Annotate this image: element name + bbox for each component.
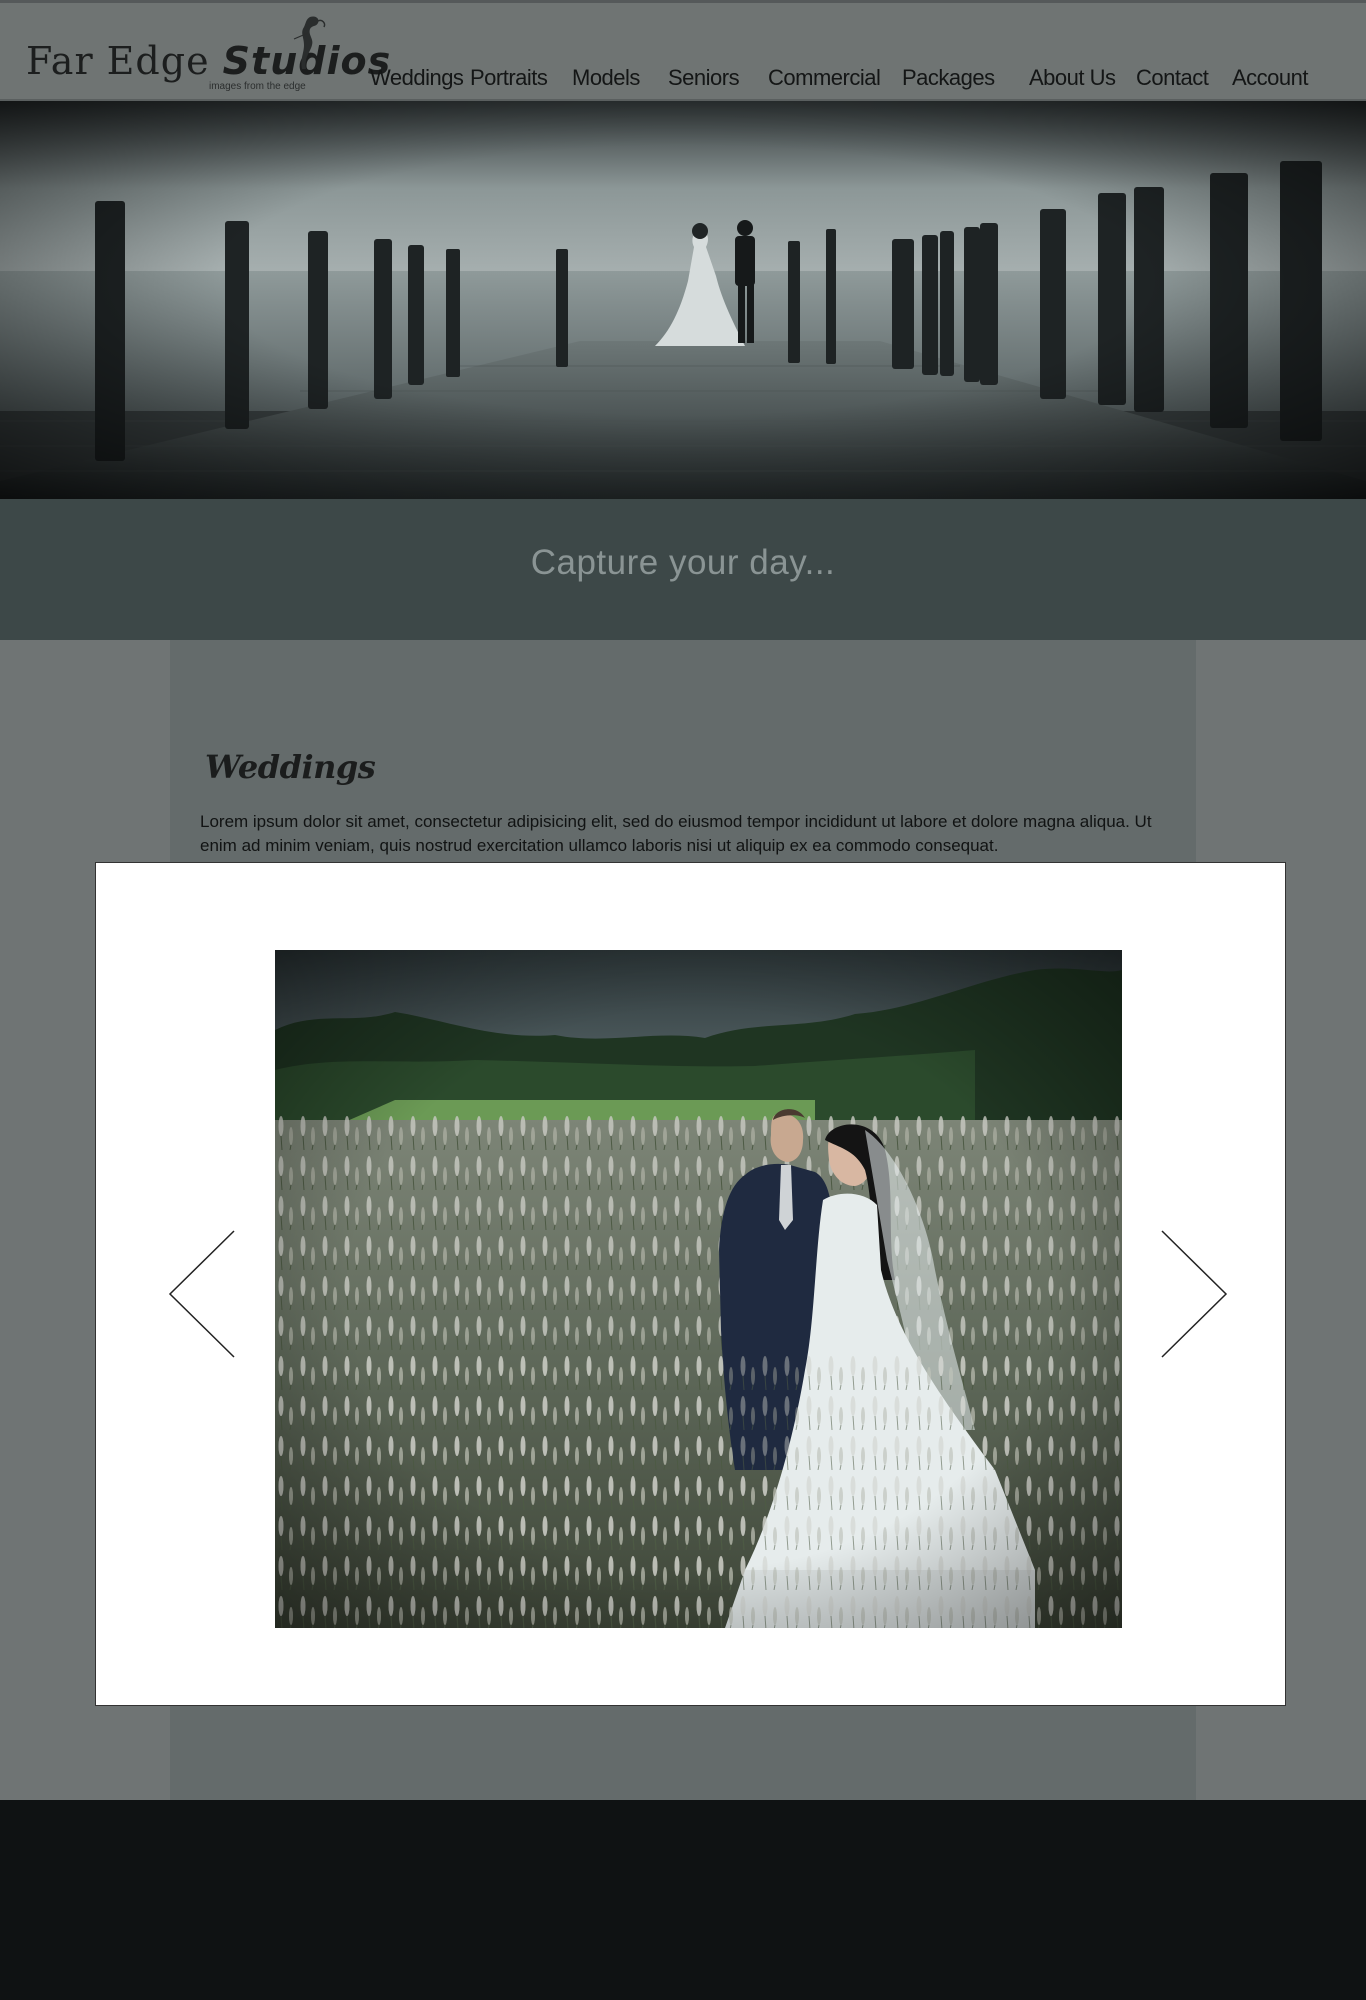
section-title: Weddings (205, 748, 376, 786)
gallery-prev-arrow-icon[interactable] (168, 1229, 238, 1359)
nav-item-contact[interactable]: Contact (1136, 65, 1209, 91)
logo-figure-icon (293, 16, 326, 70)
nav-item-models[interactable]: Models (572, 65, 640, 91)
hero-tagline: Capture your day... (530, 543, 836, 582)
wedding-couple-field-image (275, 950, 1122, 1628)
hero-pier-image (0, 101, 1366, 499)
hero-banner (0, 101, 1366, 499)
nav-item-about[interactable]: About Us (1029, 65, 1116, 91)
site-header: Far Edge Studios images from the edge We… (0, 0, 1366, 101)
tagline-band: Capture your day... (0, 499, 1366, 640)
gallery-next-arrow-icon[interactable] (1158, 1229, 1228, 1359)
nav-item-seniors[interactable]: Seniors (668, 65, 740, 91)
nav-item-account[interactable]: Account (1232, 65, 1309, 91)
nav-item-packages[interactable]: Packages (902, 65, 995, 91)
nav-item-weddings[interactable]: Weddings (370, 65, 464, 91)
site-footer (0, 1800, 1366, 2000)
nav-item-commercial[interactable]: Commercial (768, 65, 881, 91)
gallery-photo[interactable] (275, 950, 1122, 1628)
photo-gallery (95, 862, 1286, 1706)
nav-item-portraits[interactable]: Portraits (470, 65, 548, 91)
section-body-text: Lorem ipsum dolor sit amet, consectetur … (200, 812, 1152, 855)
main-nav: Weddings Portraits Models Seniors Commer… (0, 65, 1366, 99)
